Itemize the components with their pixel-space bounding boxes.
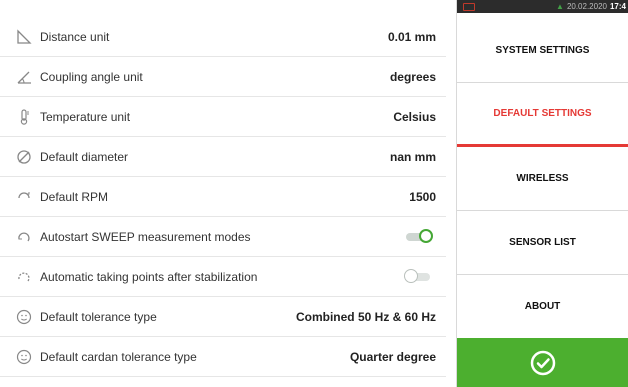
menu-about[interactable]: ABOUT xyxy=(457,275,628,339)
menu-system-settings[interactable]: SYSTEM SETTINGS xyxy=(457,19,628,83)
setting-label: Autostart SWEEP measurement modes xyxy=(40,229,251,244)
setting-row-default-rpm[interactable]: Default RPM 1500 xyxy=(0,177,446,217)
setting-row-default-cardan-tolerance-type[interactable]: Default cardan tolerance type Quarter de… xyxy=(0,337,446,377)
setting-row-autostart-sweep[interactable]: Autostart SWEEP measurement modes xyxy=(0,217,446,257)
setting-label: Default cardan tolerance type xyxy=(40,349,197,364)
auto-points-icon xyxy=(16,269,32,285)
confirm-button[interactable] xyxy=(457,338,628,387)
settings-list: Distance unit 0.01 mm Coupling angle uni… xyxy=(0,0,456,387)
setting-value: degrees xyxy=(389,69,436,84)
status-date: 20.02.2020 xyxy=(566,2,607,11)
setting-label: Default diameter xyxy=(40,149,129,164)
setting-value: nan mm xyxy=(389,149,436,164)
setting-value: Celsius xyxy=(393,109,436,124)
settings-sidebar: ▲ 20.02.2020 17:4 SYSTEM SETTINGS DEFAUL… xyxy=(456,0,628,387)
setting-label: Automatic taking points after stabilizat… xyxy=(40,269,258,284)
autostart-sweep-toggle[interactable] xyxy=(404,228,434,245)
setting-label: Coupling angle unit xyxy=(40,69,143,84)
automatic-points-toggle[interactable] xyxy=(404,268,434,285)
menu-sensor-list[interactable]: SENSOR LIST xyxy=(457,211,628,275)
setting-value: Combined 50 Hz & 60 Hz xyxy=(295,309,436,324)
toggle-knob xyxy=(419,228,433,243)
setting-row-default-diameter[interactable]: Default diameter nan mm xyxy=(0,137,446,177)
diameter-icon xyxy=(16,149,32,165)
setting-row-distance-unit[interactable]: Distance unit 0.01 mm xyxy=(0,17,446,57)
menu-wireless[interactable]: WIRELESS xyxy=(457,147,628,211)
signal-icon: ▲ xyxy=(556,2,564,11)
auto-rotate-icon xyxy=(16,229,32,245)
battery-icon xyxy=(463,2,475,11)
setting-label: Default RPM xyxy=(40,189,109,204)
setting-label: Temperature unit xyxy=(40,109,131,124)
setting-value: Quarter degree xyxy=(349,349,436,364)
thermometer-icon xyxy=(16,108,32,125)
setting-row-automatic-points[interactable]: Automatic taking points after stabilizat… xyxy=(0,257,446,297)
status-bar: ▲ 20.02.2020 17:4 xyxy=(457,0,628,13)
check-circle-icon xyxy=(530,350,555,375)
smiley-icon xyxy=(16,309,32,325)
status-time: 17:4 xyxy=(609,2,626,11)
angle-icon xyxy=(16,69,32,85)
setting-row-temperature-unit[interactable]: Temperature unit Celsius xyxy=(0,97,446,137)
setting-label: Distance unit xyxy=(40,29,110,44)
setting-row-coupling-angle-unit[interactable]: Coupling angle unit degrees xyxy=(0,57,446,97)
menu-default-settings[interactable]: DEFAULT SETTINGS xyxy=(457,83,628,147)
rpm-icon xyxy=(16,189,32,205)
setting-value: 1500 xyxy=(409,189,436,204)
ruler-angle-icon xyxy=(16,28,32,45)
setting-value: 0.01 mm xyxy=(387,29,436,44)
setting-label: Default tolerance type xyxy=(40,309,157,324)
smiley-icon xyxy=(16,349,32,365)
setting-row-default-tolerance-type[interactable]: Default tolerance type Combined 50 Hz & … xyxy=(0,297,446,337)
toggle-knob xyxy=(404,268,418,283)
